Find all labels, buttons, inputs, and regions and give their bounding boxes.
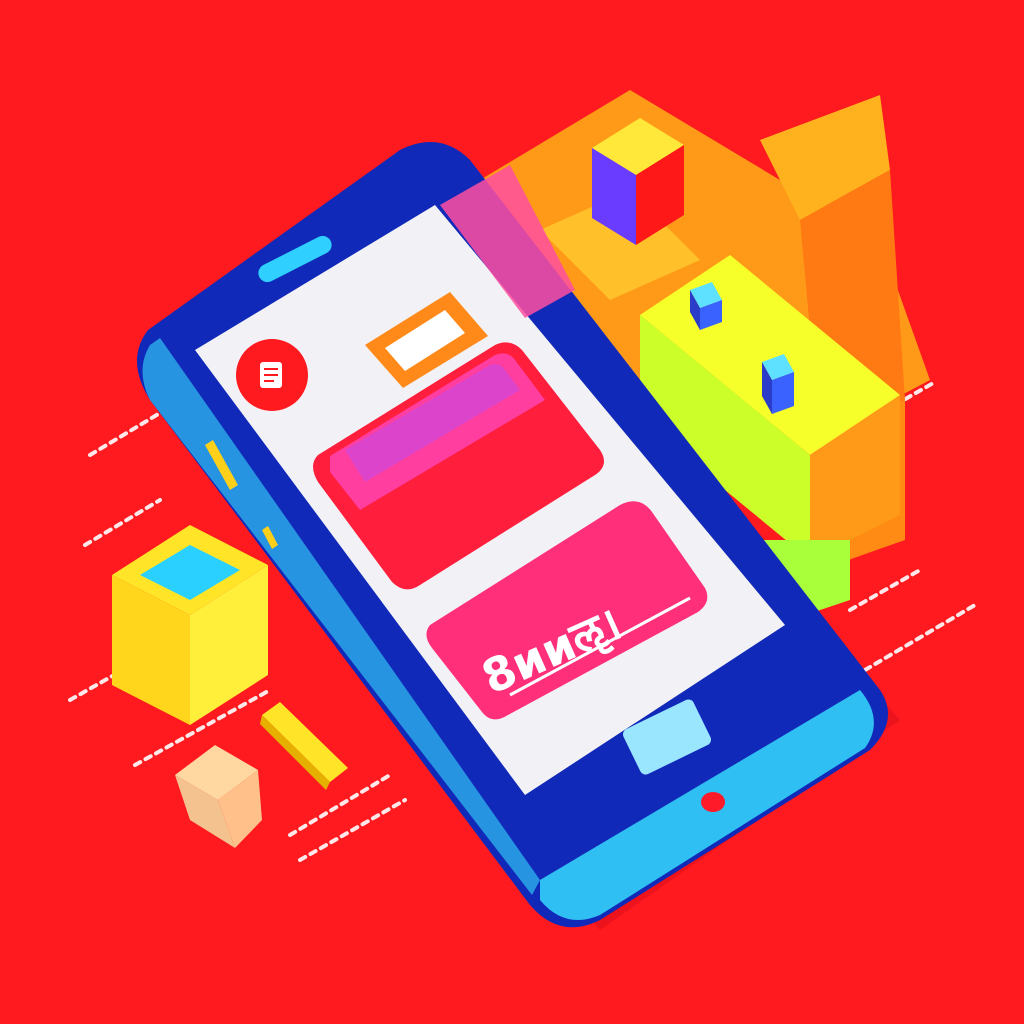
red-dot-indicator [701,792,725,812]
illustration-scene: 8ииॡ। [0,0,1024,1024]
document-icon[interactable] [236,339,308,411]
